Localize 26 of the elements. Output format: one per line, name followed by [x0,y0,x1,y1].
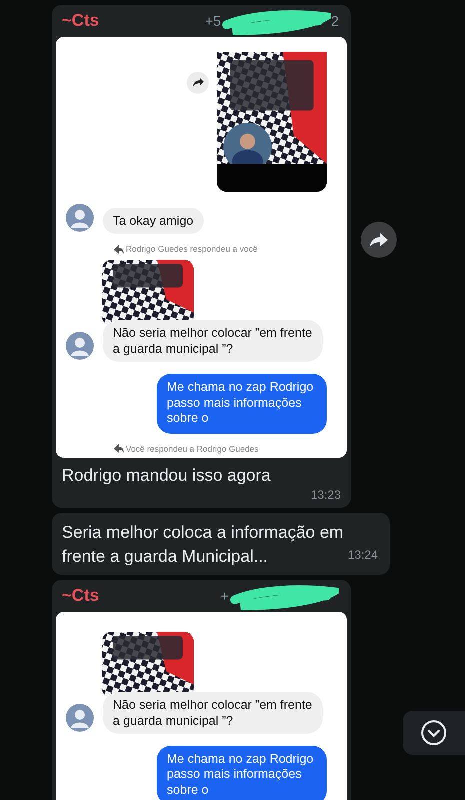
reply-note: Rodrigo Guedes respondeu a você [126,244,258,254]
phone-number: 2 [331,13,339,29]
reply-icon [114,444,124,453]
chevron-down-icon [421,720,447,746]
avatar-icon [66,704,94,732]
message-bubble: Não seria melhor colocar ”em frente a guarda municipal ”? [103,692,323,734]
message-bubble: Me chama no zap Rodrigo passo mais informações sobre o [157,746,327,800]
avatar-icon [66,332,94,360]
scroll-down-button[interactable] [403,711,465,755]
message-time: 13:24 [348,546,378,564]
message-bubble: Não seria melhor colocar ”em frente a guarda municipal ”? [103,320,323,362]
phone-number: + [220,588,229,604]
reply-icon [114,244,124,254]
message-time: 13:23 [310,488,341,502]
message-bubble: Ta okay amigo [103,208,204,234]
sender-name: ~Cts [62,586,100,606]
share-icon [370,232,388,248]
message-bubble: Me chama no zap Rodrigo passo mais informações sobre o [157,374,327,434]
sender-name: ~Cts [62,11,100,31]
share-icon [187,72,209,94]
message-text: Rodrigo mandou isso agora [61,464,272,486]
phone-number: +5 [205,13,222,29]
forward-button[interactable] [361,222,397,258]
avatar-icon [66,204,94,232]
message-text: Seria melhor coloca a informação em frente a guarda Municipal... [62,522,344,566]
reply-note: Você respondeu a Rodrigo Guedes [126,444,259,454]
